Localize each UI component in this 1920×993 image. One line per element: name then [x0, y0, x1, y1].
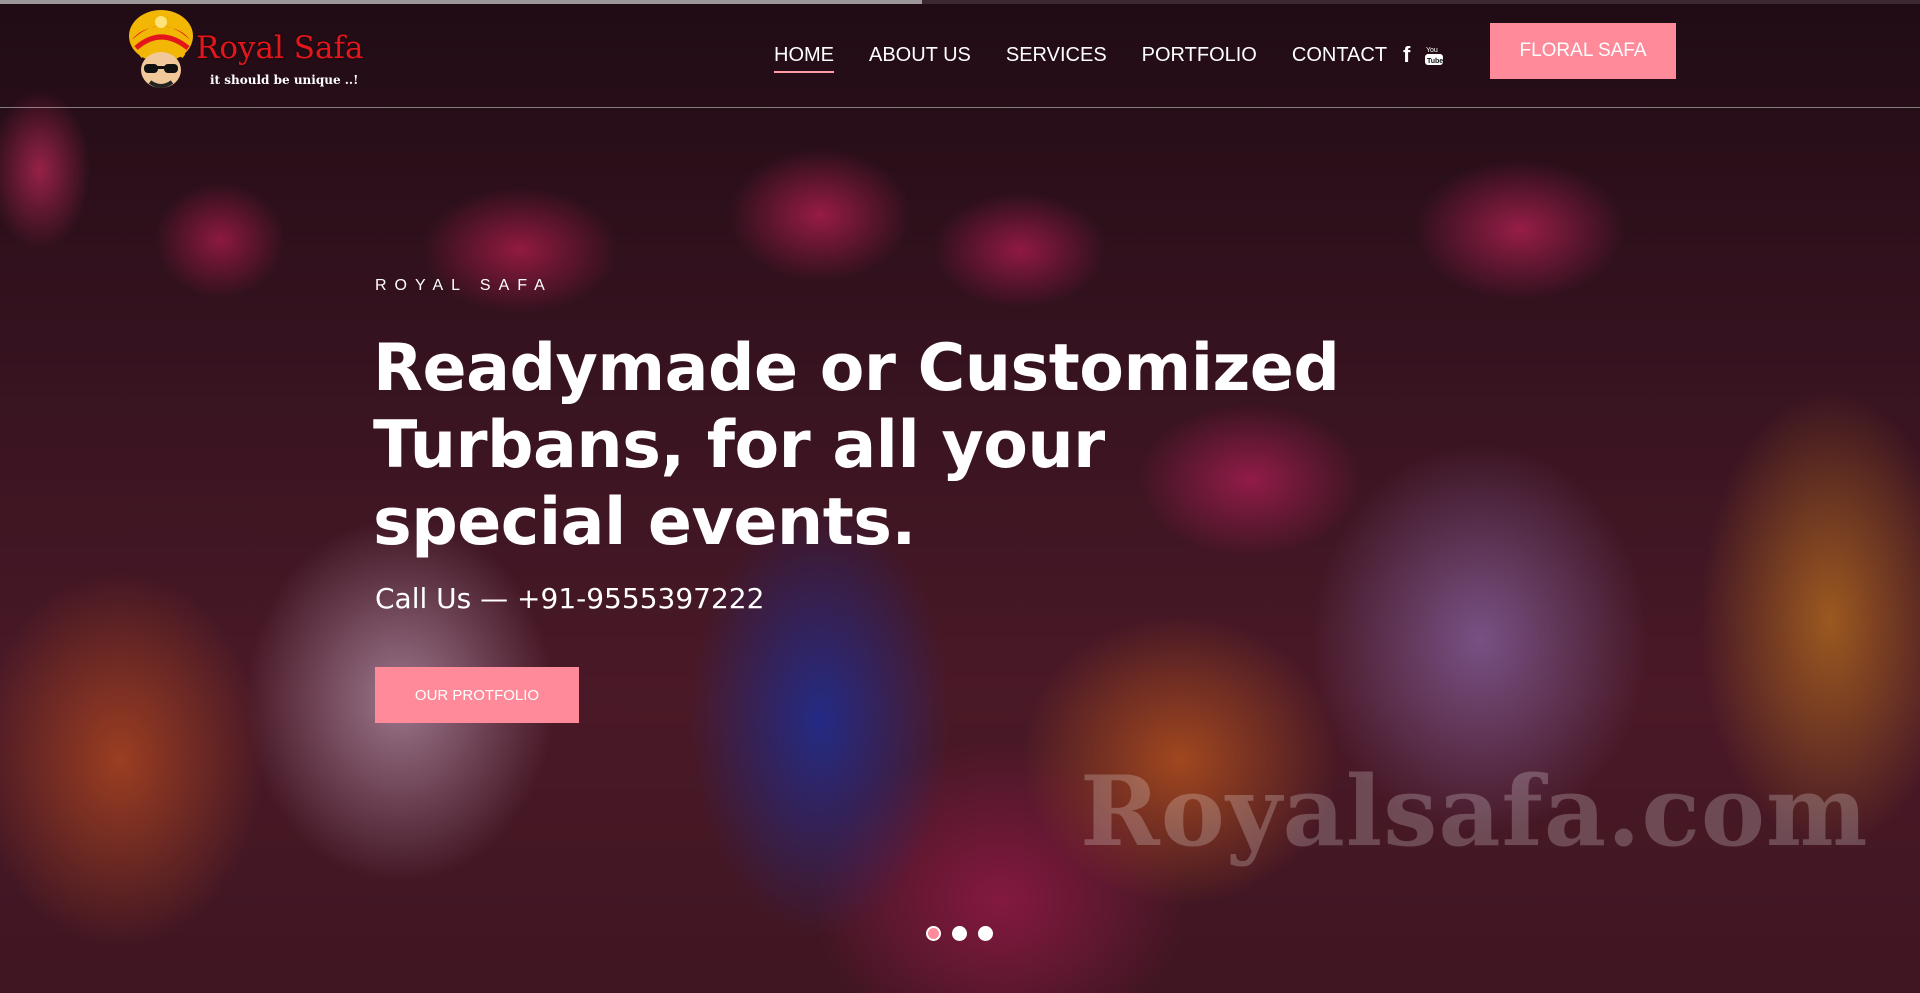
svg-text:Tube: Tube — [1427, 58, 1443, 65]
nav-home[interactable]: HOME — [774, 44, 834, 73]
hero-eyebrow: ROYAL SAFA — [375, 277, 553, 294]
nav-portfolio[interactable]: PORTFOLIO — [1142, 44, 1257, 73]
slider-dot[interactable] — [952, 926, 967, 941]
hero-headline: Readymade or Customized Turbans, for all… — [373, 331, 1340, 560]
facebook-icon[interactable]: f — [1403, 42, 1413, 68]
slider-dot[interactable] — [978, 926, 993, 941]
nav-about-us[interactable]: ABOUT US — [869, 44, 971, 73]
svg-text:You: You — [1426, 47, 1438, 54]
logo-title: Royal Safa — [196, 30, 364, 66]
youtube-glyph-icon: You Tube — [1425, 47, 1443, 65]
slider-dots — [926, 926, 993, 941]
turban-logo-icon — [129, 10, 193, 88]
youtube-icon[interactable]: You Tube — [1425, 44, 1443, 66]
watermark: Royalsafa.com — [1080, 755, 1869, 868]
site-header: Royal Safa it should be unique ..! HOME … — [0, 4, 1920, 108]
slider-dot[interactable] — [926, 926, 941, 941]
logo-tagline: it should be unique ..! — [210, 73, 359, 87]
nav-contact[interactable]: CONTACT — [1292, 44, 1387, 73]
nav-services[interactable]: SERVICES — [1006, 44, 1107, 73]
floral-safa-button[interactable]: FLORAL SAFA — [1490, 23, 1676, 79]
social-links: f You Tube — [1403, 42, 1443, 68]
our-portfolio-button[interactable]: OUR PROTFOLIO — [375, 667, 579, 723]
main-nav: HOME ABOUT US SERVICES PORTFOLIO CONTACT — [774, 44, 1387, 73]
logo[interactable]: Royal Safa it should be unique ..! — [118, 4, 368, 104]
hero-phone[interactable]: Call Us — +91-9555397222 — [375, 582, 764, 615]
